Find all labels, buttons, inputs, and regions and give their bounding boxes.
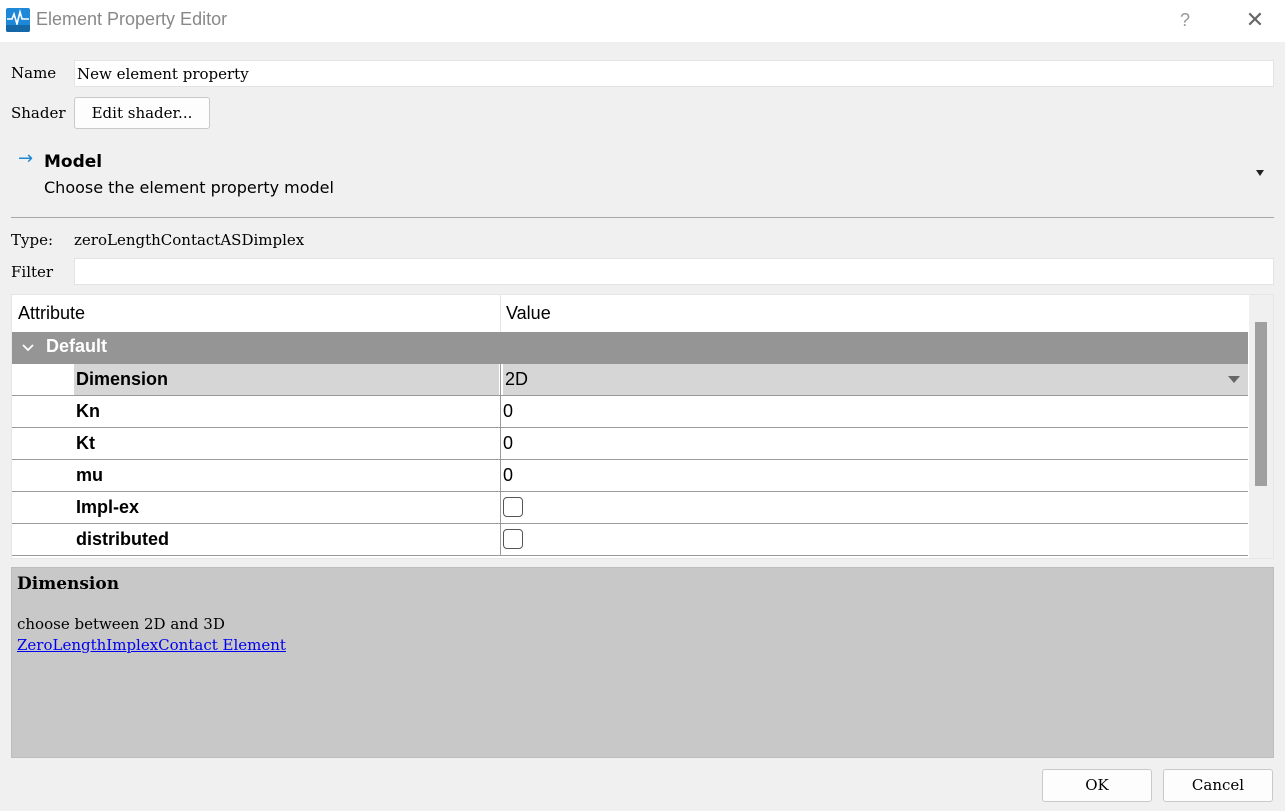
name-label: Name	[11, 64, 57, 82]
chevron-down-icon	[22, 344, 34, 352]
scrollbar-thumb[interactable]	[1255, 322, 1267, 486]
model-section-header[interactable]: → Model Choose the element property mode…	[11, 146, 1274, 206]
group-row-default[interactable]: Default	[12, 332, 1248, 364]
column-header-attribute[interactable]: Attribute	[18, 295, 85, 332]
table-row-mu[interactable]: mu 0	[12, 460, 1248, 492]
cell-divider	[500, 524, 501, 555]
type-label: Type:	[11, 231, 54, 249]
cancel-button[interactable]: Cancel	[1163, 769, 1273, 802]
type-value: zeroLengthContactASDimplex	[74, 231, 305, 249]
cell-divider	[500, 396, 501, 427]
arrow-right-icon: →	[18, 148, 34, 169]
help-button[interactable]: ?	[1170, 6, 1200, 34]
dimension-select[interactable]: 2D	[503, 364, 1248, 395]
column-header-value[interactable]: Value	[506, 295, 551, 332]
impl-ex-checkbox[interactable]	[503, 497, 523, 517]
attr-name: mu	[76, 465, 103, 485]
dropdown-arrow-icon[interactable]	[1228, 376, 1240, 383]
table-row-distributed[interactable]: distributed	[12, 524, 1248, 556]
expand-caret-icon	[1256, 170, 1264, 176]
attr-name: Kn	[76, 401, 100, 421]
model-section-title: Model	[44, 152, 103, 172]
edit-shader-button[interactable]: Edit shader...	[74, 97, 210, 129]
filter-input[interactable]	[74, 258, 1274, 285]
title-bar: Element Property Editor ? ✕	[0, 0, 1285, 42]
documentation-link[interactable]: ZeroLengthImplexContact Element	[17, 636, 286, 654]
shader-label: Shader	[11, 104, 66, 122]
attr-name: Kt	[76, 433, 95, 453]
app-logo-icon	[6, 8, 30, 32]
window-title: Element Property Editor	[36, 9, 228, 29]
name-input-value: New element property	[77, 65, 249, 83]
attr-name: Dimension	[74, 364, 499, 395]
filter-label: Filter	[11, 263, 54, 281]
name-input[interactable]: New element property	[74, 60, 1274, 87]
kt-value-field[interactable]: 0	[503, 428, 513, 459]
help-title: Dimension	[17, 574, 120, 594]
table-row-kn[interactable]: Kn 0	[12, 396, 1248, 428]
section-divider	[11, 217, 1274, 218]
mu-value-field[interactable]: 0	[503, 460, 513, 491]
kn-value-field[interactable]: 0	[503, 396, 513, 427]
cell-divider	[500, 492, 501, 523]
column-divider	[500, 295, 501, 332]
group-label: Default	[46, 336, 108, 356]
attr-name: distributed	[76, 529, 169, 549]
model-section-subtitle: Choose the element property model	[44, 178, 334, 197]
cell-divider	[500, 364, 501, 395]
cell-divider	[500, 428, 501, 459]
help-panel: Dimension choose between 2D and 3D ZeroL…	[11, 567, 1274, 758]
distributed-checkbox[interactable]	[503, 529, 523, 549]
close-button[interactable]: ✕	[1240, 6, 1270, 34]
ok-button[interactable]: OK	[1042, 769, 1152, 802]
attribute-table: Attribute Value Default Dimension 2D Kn …	[11, 294, 1274, 559]
table-row-dimension[interactable]: Dimension 2D	[12, 364, 1248, 396]
table-row-impl-ex[interactable]: Impl-ex	[12, 492, 1248, 524]
table-row-kt[interactable]: Kt 0	[12, 428, 1248, 460]
cell-divider	[500, 460, 501, 491]
help-description: choose between 2D and 3D	[17, 615, 225, 633]
attr-name: Impl-ex	[76, 497, 140, 517]
